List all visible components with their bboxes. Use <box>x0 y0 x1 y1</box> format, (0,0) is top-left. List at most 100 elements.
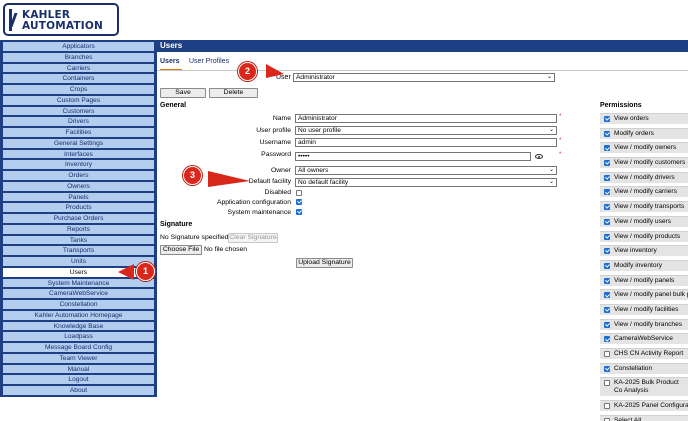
app-config-checkbox[interactable] <box>296 199 302 205</box>
permission-item[interactable]: KA-2025 Panel Configura <box>600 400 688 412</box>
sidebar-item-containers[interactable]: Containers <box>1 73 156 84</box>
save-button[interactable]: Save <box>160 88 206 98</box>
sidebar-item-general-settings[interactable]: General Settings <box>1 137 156 149</box>
sidebar-item-tanks[interactable]: Tanks <box>1 234 156 246</box>
sidebar-item-camerawebservice[interactable]: CameraWebService <box>1 288 156 299</box>
sidebar-item-interfaces[interactable]: Interfaces <box>1 148 156 160</box>
permission-item[interactable]: View / modify customers <box>600 157 688 169</box>
permission-checkbox[interactable] <box>604 262 610 269</box>
permission-checkbox[interactable] <box>604 116 610 122</box>
permission-item[interactable]: View / modify users <box>600 215 688 227</box>
sidebar-item-branches[interactable]: Branches <box>1 51 156 63</box>
permission-checkbox[interactable] <box>604 380 610 387</box>
sidebar-item-team-viewer[interactable]: Team Viewer <box>1 352 156 364</box>
sidebar-item-manual[interactable]: Manual <box>1 363 156 375</box>
sidebar-item-applicators[interactable]: Applicators <box>1 41 156 52</box>
delete-button[interactable]: Delete <box>209 88 258 98</box>
sidebar-item-panels[interactable]: Panels <box>1 191 156 203</box>
permission-item[interactable]: View / modify facilities <box>600 303 688 315</box>
sidebar-item-message-board-config[interactable]: Message Board Config <box>1 342 156 353</box>
permission-checkbox[interactable] <box>604 336 610 343</box>
default-facility-value: No default facility <box>298 179 349 186</box>
sidebar-item-owners[interactable]: Owners <box>1 180 156 192</box>
permission-item[interactable]: CameraWebService <box>600 333 688 345</box>
permissions-list: View orders Modify orders View / modify ow… <box>600 113 688 421</box>
permission-item[interactable]: Modify inventory <box>600 259 688 271</box>
permission-item[interactable]: View / modify branches <box>600 318 688 330</box>
username-field[interactable]: admin <box>295 138 557 147</box>
sidebar-item-about[interactable]: About <box>1 385 156 396</box>
permission-item[interactable]: View / modify products <box>600 230 688 242</box>
permission-label: View / modify drivers <box>614 173 675 181</box>
permission-checkbox[interactable] <box>604 365 610 372</box>
user-profile-select[interactable]: No user profile ⌄ <box>295 126 557 135</box>
sidebar-item-facilities[interactable]: Facilities <box>1 127 156 138</box>
permission-item[interactable]: View / modify carriers <box>600 186 688 198</box>
permission-checkbox[interactable] <box>604 145 610 152</box>
system-maintenance-label: System maintenance <box>227 209 291 216</box>
permission-item[interactable]: Constellation <box>600 362 688 374</box>
permission-label: Constellation <box>614 364 653 372</box>
owner-select[interactable]: All owners ⌄ <box>295 166 557 175</box>
sidebar-item-drivers[interactable]: Drivers <box>1 116 156 127</box>
permission-item[interactable]: KA-2025 Bulk Product Co Analysis <box>600 377 688 397</box>
choose-file-button[interactable]: Choose File <box>160 245 202 255</box>
sidebar-item-carriers[interactable]: Carriers <box>1 62 156 74</box>
permission-checkbox[interactable] <box>604 218 610 225</box>
permission-checkbox[interactable] <box>604 204 610 211</box>
upload-signature-button[interactable]: Upload Signature <box>296 258 353 268</box>
name-label: Name <box>272 115 291 122</box>
eye-icon[interactable] <box>535 154 543 159</box>
sidebar-item-custom-pages[interactable]: Custom Pages <box>1 94 156 106</box>
disabled-checkbox[interactable] <box>296 190 302 196</box>
permission-checkbox[interactable] <box>604 292 610 299</box>
permission-item[interactable]: View / modify transports <box>600 201 688 213</box>
sidebar-item-kahler-automation-homepage[interactable]: Kahler Automation Homepage <box>1 309 156 321</box>
permission-checkbox[interactable] <box>604 351 610 357</box>
permission-label: View / modify carriers <box>614 188 677 196</box>
permission-checkbox[interactable] <box>604 403 610 410</box>
permission-item[interactable]: Modify orders <box>600 127 688 139</box>
default-facility-select[interactable]: No default facility ⌄ <box>295 178 557 187</box>
user-select[interactable]: Administrator ⌄ <box>293 73 555 82</box>
sidebar-item-reports[interactable]: Reports <box>1 223 156 235</box>
sidebar-item-constellation[interactable]: Constellation <box>1 299 156 310</box>
permission-item[interactable]: View inventory <box>600 245 688 257</box>
permission-item[interactable]: View / modify panel bulk p <box>600 289 688 301</box>
name-field[interactable]: Administrator <box>295 114 557 123</box>
permission-item[interactable]: View / modify drivers <box>600 171 688 183</box>
tab-users[interactable]: Users <box>160 58 179 65</box>
sidebar-item-logout[interactable]: Logout <box>1 374 156 385</box>
sidebar-item-crops[interactable]: Crops <box>1 84 156 95</box>
sidebar-item-inventory[interactable]: Inventory <box>1 159 156 170</box>
permission-item[interactable]: CHS CN Activity Report <box>600 348 688 359</box>
permission-checkbox[interactable] <box>604 130 610 137</box>
permission-checkbox[interactable] <box>604 174 610 181</box>
permission-checkbox[interactable] <box>604 306 610 313</box>
sidebar-item-knowledge-base[interactable]: Knowledge Base <box>1 320 156 332</box>
clear-signature-button[interactable]: Clear Signature <box>228 233 278 243</box>
required-mark: * <box>559 152 562 158</box>
permission-checkbox[interactable] <box>604 233 610 240</box>
permission-checkbox[interactable] <box>604 321 610 328</box>
permission-item[interactable]: View orders <box>600 113 688 124</box>
permission-item[interactable]: Select All <box>600 414 688 421</box>
password-field[interactable]: ••••• <box>295 152 531 161</box>
kahler-logo: KAHLER AUTOMATION <box>3 3 119 36</box>
required-mark: * <box>559 114 562 120</box>
permission-item[interactable]: View / modify panels <box>600 274 688 286</box>
sidebar-item-products[interactable]: Products <box>1 202 156 213</box>
permission-checkbox[interactable] <box>604 160 610 167</box>
permission-checkbox[interactable] <box>604 248 610 255</box>
sidebar-item-loadpass[interactable]: Loadpass <box>1 331 156 342</box>
tab-user-profiles[interactable]: User Profiles <box>189 58 229 65</box>
sidebar-item-transports[interactable]: Transports <box>1 245 156 256</box>
system-maintenance-checkbox[interactable] <box>296 209 302 215</box>
permission-item[interactable]: View / modify owners <box>600 142 688 154</box>
sidebar-item-customers[interactable]: Customers <box>1 105 156 117</box>
permission-checkbox[interactable] <box>604 189 610 196</box>
permission-checkbox[interactable] <box>604 277 610 284</box>
permission-label: View / modify panels <box>614 276 675 284</box>
sidebar-item-orders[interactable]: Orders <box>1 170 156 181</box>
sidebar-item-purchase-orders[interactable]: Purchase Orders <box>1 213 156 224</box>
